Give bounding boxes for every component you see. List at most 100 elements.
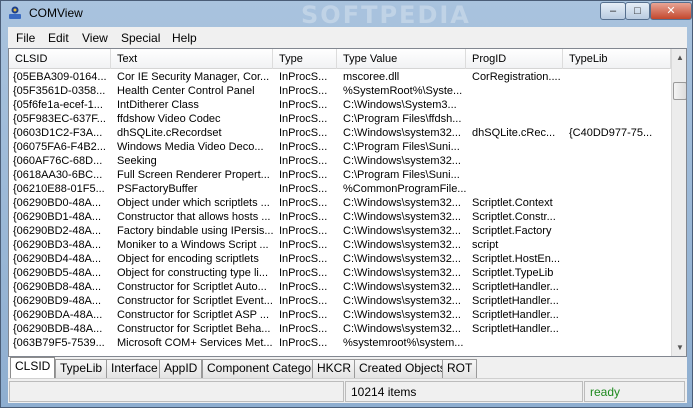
title-bar[interactable]: COMView SOFTPEDIA – □ ✕ — [1, 1, 692, 29]
cell-text: dhSQLite.cRecordset — [117, 127, 222, 139]
cell-progid — [472, 140, 565, 154]
cell-type: InProcS... — [279, 225, 328, 237]
cell-progid: ScriptletHandler... — [472, 295, 559, 307]
table-row[interactable]: {06075FA6-F4B2... Windows Media Video Dec… — [9, 140, 671, 154]
tab-rot[interactable]: ROT — [442, 359, 478, 378]
cell-type: InProcS... — [279, 211, 328, 223]
cell-progid: dhSQLite.cRec... — [472, 127, 556, 139]
cell-text: Full Screen Renderer Propert... — [117, 169, 270, 181]
cell-typelib — [569, 154, 669, 168]
cell-type-value: C:\Windows\system32... — [343, 267, 461, 279]
minimize-button[interactable]: – — [600, 2, 626, 20]
cell-type-value: %systemroot%\system... — [343, 337, 464, 349]
cell-type-value: C:\Program Files\Suni... — [343, 141, 460, 153]
cell-type-value: C:\Windows\System3... — [343, 99, 457, 111]
cell-type-value: %SystemRoot%\Syste... — [343, 85, 463, 97]
cell-text: Constructor for Scriptlet ASP ... — [117, 309, 270, 321]
table-row[interactable]: {06290BD0-48A... Object under which scrip… — [9, 196, 671, 210]
tab-component-category[interactable]: Component Category — [202, 359, 327, 378]
table-row[interactable]: {0603D1C2-F3A... dhSQLite.cRecordset InPro… — [9, 126, 671, 140]
tab-interface[interactable]: Interface — [106, 359, 163, 378]
cell-typelib — [569, 252, 669, 266]
table-row[interactable]: {05EBA309-0164... Cor IE Security Manager… — [9, 70, 671, 84]
softpedia-watermark: SOFTPEDIA — [301, 1, 471, 29]
table-row[interactable]: {06290BD1-48A... Constructor that allows … — [9, 210, 671, 224]
cell-clsid: {06290BD8-48A... — [13, 281, 102, 293]
tab-hkcr[interactable]: HKCR — [312, 359, 357, 378]
cell-text: Object for constructing type li... — [117, 267, 269, 279]
close-button[interactable]: ✕ — [650, 2, 692, 20]
cell-progid: Scriptlet.Context — [472, 197, 553, 209]
cell-progid: Scriptlet.Constr... — [472, 211, 556, 223]
table-row[interactable]: {05F983EC-637F... ffdshow Video Codec InPr… — [9, 112, 671, 126]
menu-edit[interactable]: Edit — [48, 31, 69, 45]
cell-type-value: %CommonProgramFile... — [343, 183, 467, 195]
cell-text: ffdshow Video Codec — [117, 113, 221, 125]
table-row[interactable]: {05F3561D-0358... Health Center Control P… — [9, 84, 671, 98]
cell-text: Seeking — [117, 155, 157, 167]
cell-type: InProcS... — [279, 169, 328, 181]
vertical-scrollbar[interactable]: ▲ ▼ — [671, 49, 686, 356]
cell-type-value: C:\Windows\system32... — [343, 253, 461, 265]
cell-typelib — [569, 98, 669, 112]
cell-progid: CorRegistration.... — [472, 71, 561, 83]
column-header-type[interactable]: Type — [273, 49, 337, 69]
tab-typelib[interactable]: TypeLib — [55, 359, 108, 378]
cell-type-value: C:\Windows\system32... — [343, 239, 461, 251]
table-row[interactable]: {0618AA30-6BC... Full Screen Renderer Pro… — [9, 168, 671, 182]
scroll-up-icon[interactable]: ▲ — [672, 49, 686, 66]
cell-typelib — [569, 182, 669, 196]
clsid-list-view[interactable]: CLSID Text Type Type Value ProgID TypeLi… — [8, 48, 687, 357]
cell-clsid: {0618AA30-6BC... — [13, 169, 103, 181]
cell-text: Microsoft COM+ Services Met... — [117, 337, 273, 349]
table-row[interactable]: {05f6fe1a-ecef-1... IntDitherer Class InPr… — [9, 98, 671, 112]
menu-bar: File Edit View Special Help — [8, 27, 687, 48]
maximize-button[interactable]: □ — [625, 2, 650, 20]
table-row[interactable]: {06290BD8-48A... Constructor for Scriptle… — [9, 280, 671, 294]
cell-typelib — [569, 266, 669, 280]
scroll-down-icon[interactable]: ▼ — [672, 339, 686, 356]
cell-text: Constructor for Scriptlet Auto... — [117, 281, 267, 293]
menu-file[interactable]: File — [16, 31, 35, 45]
column-header-progid[interactable]: ProgID — [466, 49, 563, 69]
cell-type: InProcS... — [279, 141, 328, 153]
cell-progid: ScriptletHandler... — [472, 323, 559, 335]
column-header-clsid[interactable]: CLSID — [9, 49, 111, 69]
cell-clsid: {06290BD2-48A... — [13, 225, 102, 237]
table-row[interactable]: {060AF76C-68D... Seeking InProcS... C:\Wind… — [9, 154, 671, 168]
table-row[interactable]: {06210E88-01F5... PSFactoryBuffer InProcS.… — [9, 182, 671, 196]
table-row[interactable]: {06290BD4-48A... Object for encoding scri… — [9, 252, 671, 266]
cell-text: Object for encoding scriptlets — [117, 253, 259, 265]
tab-appid[interactable]: AppID — [159, 359, 203, 378]
cell-type: InProcS... — [279, 183, 328, 195]
cell-clsid: {05F983EC-637F... — [13, 113, 106, 125]
column-header-text[interactable]: Text — [111, 49, 273, 69]
tab-clsid[interactable]: CLSID — [10, 357, 56, 378]
table-row[interactable]: {063B79F5-7539... Microsoft COM+ Services… — [9, 336, 671, 350]
cell-clsid: {063B79F5-7539... — [13, 337, 105, 349]
cell-typelib — [569, 140, 669, 154]
scrollbar-thumb[interactable] — [673, 82, 686, 100]
table-row[interactable]: {06290BDA-48A... Constructor for Scriptle… — [9, 308, 671, 322]
cell-type: InProcS... — [279, 85, 328, 97]
column-header-type-value[interactable]: Type Value — [337, 49, 466, 69]
table-row[interactable]: {06290BD2-48A... Factory bindable using I… — [9, 224, 671, 238]
menu-view[interactable]: View — [82, 31, 108, 45]
menu-help[interactable]: Help — [172, 31, 197, 45]
cell-clsid: {06290BD3-48A... — [13, 239, 102, 251]
cell-clsid: {06210E88-01F5... — [13, 183, 105, 195]
table-row[interactable]: {06290BD3-48A... Moniker to a Windows Scr… — [9, 238, 671, 252]
cell-type: InProcS... — [279, 309, 328, 321]
cell-text: Object under which scriptlets ... — [117, 197, 270, 209]
table-row[interactable]: {06290BD5-48A... Object for constructing … — [9, 266, 671, 280]
cell-text: Health Center Control Panel — [117, 85, 255, 97]
cell-clsid: {06290BD4-48A... — [13, 253, 102, 265]
table-row[interactable]: {06290BDB-48A... Constructor for Scriptle… — [9, 322, 671, 336]
app-icon — [9, 6, 21, 19]
table-row[interactable]: {06290BD9-48A... Constructor for Scriptle… — [9, 294, 671, 308]
menu-special[interactable]: Special — [121, 31, 160, 45]
tab-created-objects[interactable]: Created Objects — [354, 359, 451, 378]
cell-typelib — [569, 322, 669, 336]
cell-typelib — [569, 336, 669, 350]
column-header-typelib[interactable]: TypeLib — [563, 49, 671, 69]
